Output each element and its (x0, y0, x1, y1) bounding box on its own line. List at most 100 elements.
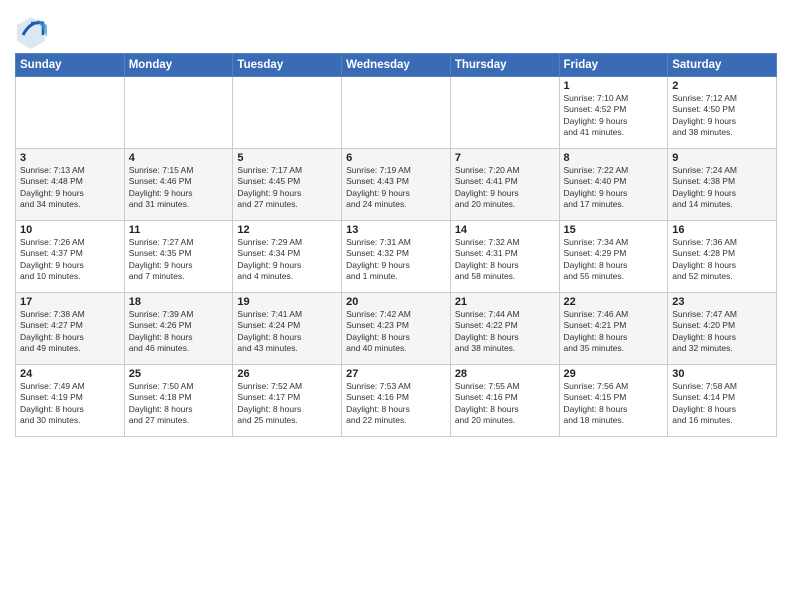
page-container: SundayMondayTuesdayWednesdayThursdayFrid… (0, 0, 792, 442)
day-number: 10 (20, 224, 120, 236)
week-row-4: 24Sunrise: 7:49 AM Sunset: 4:19 PM Dayli… (16, 365, 777, 437)
day-number: 20 (346, 296, 446, 308)
day-number: 13 (346, 224, 446, 236)
day-cell: 27Sunrise: 7:53 AM Sunset: 4:16 PM Dayli… (342, 365, 451, 437)
day-cell: 6Sunrise: 7:19 AM Sunset: 4:43 PM Daylig… (342, 149, 451, 221)
week-row-3: 17Sunrise: 7:38 AM Sunset: 4:27 PM Dayli… (16, 293, 777, 365)
day-cell: 13Sunrise: 7:31 AM Sunset: 4:32 PM Dayli… (342, 221, 451, 293)
day-cell: 21Sunrise: 7:44 AM Sunset: 4:22 PM Dayli… (450, 293, 559, 365)
day-number: 27 (346, 368, 446, 380)
day-cell: 8Sunrise: 7:22 AM Sunset: 4:40 PM Daylig… (559, 149, 668, 221)
week-row-2: 10Sunrise: 7:26 AM Sunset: 4:37 PM Dayli… (16, 221, 777, 293)
day-cell (233, 77, 342, 149)
day-cell: 30Sunrise: 7:58 AM Sunset: 4:14 PM Dayli… (668, 365, 777, 437)
day-cell: 22Sunrise: 7:46 AM Sunset: 4:21 PM Dayli… (559, 293, 668, 365)
day-info: Sunrise: 7:41 AM Sunset: 4:24 PM Dayligh… (237, 309, 337, 355)
day-info: Sunrise: 7:22 AM Sunset: 4:40 PM Dayligh… (564, 165, 664, 211)
day-info: Sunrise: 7:42 AM Sunset: 4:23 PM Dayligh… (346, 309, 446, 355)
header-cell-monday: Monday (124, 54, 233, 77)
day-number: 15 (564, 224, 664, 236)
day-number: 21 (455, 296, 555, 308)
header (15, 10, 777, 45)
day-number: 8 (564, 152, 664, 164)
day-cell: 3Sunrise: 7:13 AM Sunset: 4:48 PM Daylig… (16, 149, 125, 221)
day-cell: 1Sunrise: 7:10 AM Sunset: 4:52 PM Daylig… (559, 77, 668, 149)
day-cell: 11Sunrise: 7:27 AM Sunset: 4:35 PM Dayli… (124, 221, 233, 293)
day-cell: 14Sunrise: 7:32 AM Sunset: 4:31 PM Dayli… (450, 221, 559, 293)
day-number: 28 (455, 368, 555, 380)
day-cell: 4Sunrise: 7:15 AM Sunset: 4:46 PM Daylig… (124, 149, 233, 221)
day-number: 11 (129, 224, 229, 236)
day-number: 23 (672, 296, 772, 308)
day-number: 25 (129, 368, 229, 380)
day-cell: 7Sunrise: 7:20 AM Sunset: 4:41 PM Daylig… (450, 149, 559, 221)
day-info: Sunrise: 7:39 AM Sunset: 4:26 PM Dayligh… (129, 309, 229, 355)
day-info: Sunrise: 7:44 AM Sunset: 4:22 PM Dayligh… (455, 309, 555, 355)
day-info: Sunrise: 7:19 AM Sunset: 4:43 PM Dayligh… (346, 165, 446, 211)
day-cell (124, 77, 233, 149)
day-info: Sunrise: 7:15 AM Sunset: 4:46 PM Dayligh… (129, 165, 229, 211)
day-info: Sunrise: 7:49 AM Sunset: 4:19 PM Dayligh… (20, 381, 120, 427)
day-cell: 9Sunrise: 7:24 AM Sunset: 4:38 PM Daylig… (668, 149, 777, 221)
week-row-1: 3Sunrise: 7:13 AM Sunset: 4:48 PM Daylig… (16, 149, 777, 221)
header-row: SundayMondayTuesdayWednesdayThursdayFrid… (16, 54, 777, 77)
logo-icon (15, 15, 45, 45)
day-number: 24 (20, 368, 120, 380)
day-info: Sunrise: 7:29 AM Sunset: 4:34 PM Dayligh… (237, 237, 337, 283)
day-cell: 10Sunrise: 7:26 AM Sunset: 4:37 PM Dayli… (16, 221, 125, 293)
day-number: 17 (20, 296, 120, 308)
day-info: Sunrise: 7:13 AM Sunset: 4:48 PM Dayligh… (20, 165, 120, 211)
day-cell: 19Sunrise: 7:41 AM Sunset: 4:24 PM Dayli… (233, 293, 342, 365)
day-info: Sunrise: 7:24 AM Sunset: 4:38 PM Dayligh… (672, 165, 772, 211)
header-cell-wednesday: Wednesday (342, 54, 451, 77)
day-info: Sunrise: 7:55 AM Sunset: 4:16 PM Dayligh… (455, 381, 555, 427)
day-number: 12 (237, 224, 337, 236)
day-info: Sunrise: 7:20 AM Sunset: 4:41 PM Dayligh… (455, 165, 555, 211)
day-number: 30 (672, 368, 772, 380)
day-number: 5 (237, 152, 337, 164)
day-number: 6 (346, 152, 446, 164)
day-cell: 12Sunrise: 7:29 AM Sunset: 4:34 PM Dayli… (233, 221, 342, 293)
day-number: 2 (672, 80, 772, 92)
day-info: Sunrise: 7:56 AM Sunset: 4:15 PM Dayligh… (564, 381, 664, 427)
day-cell: 26Sunrise: 7:52 AM Sunset: 4:17 PM Dayli… (233, 365, 342, 437)
day-cell: 29Sunrise: 7:56 AM Sunset: 4:15 PM Dayli… (559, 365, 668, 437)
day-number: 7 (455, 152, 555, 164)
day-info: Sunrise: 7:58 AM Sunset: 4:14 PM Dayligh… (672, 381, 772, 427)
day-cell: 17Sunrise: 7:38 AM Sunset: 4:27 PM Dayli… (16, 293, 125, 365)
header-cell-friday: Friday (559, 54, 668, 77)
header-cell-saturday: Saturday (668, 54, 777, 77)
day-cell (16, 77, 125, 149)
day-info: Sunrise: 7:50 AM Sunset: 4:18 PM Dayligh… (129, 381, 229, 427)
day-info: Sunrise: 7:31 AM Sunset: 4:32 PM Dayligh… (346, 237, 446, 283)
day-info: Sunrise: 7:46 AM Sunset: 4:21 PM Dayligh… (564, 309, 664, 355)
day-cell: 5Sunrise: 7:17 AM Sunset: 4:45 PM Daylig… (233, 149, 342, 221)
day-number: 1 (564, 80, 664, 92)
day-info: Sunrise: 7:26 AM Sunset: 4:37 PM Dayligh… (20, 237, 120, 283)
day-number: 4 (129, 152, 229, 164)
day-info: Sunrise: 7:53 AM Sunset: 4:16 PM Dayligh… (346, 381, 446, 427)
day-cell: 2Sunrise: 7:12 AM Sunset: 4:50 PM Daylig… (668, 77, 777, 149)
day-info: Sunrise: 7:47 AM Sunset: 4:20 PM Dayligh… (672, 309, 772, 355)
logo (15, 15, 47, 45)
day-cell: 24Sunrise: 7:49 AM Sunset: 4:19 PM Dayli… (16, 365, 125, 437)
header-cell-thursday: Thursday (450, 54, 559, 77)
day-cell (450, 77, 559, 149)
day-cell: 15Sunrise: 7:34 AM Sunset: 4:29 PM Dayli… (559, 221, 668, 293)
calendar-table: SundayMondayTuesdayWednesdayThursdayFrid… (15, 53, 777, 437)
day-info: Sunrise: 7:32 AM Sunset: 4:31 PM Dayligh… (455, 237, 555, 283)
day-cell: 18Sunrise: 7:39 AM Sunset: 4:26 PM Dayli… (124, 293, 233, 365)
day-number: 26 (237, 368, 337, 380)
day-info: Sunrise: 7:52 AM Sunset: 4:17 PM Dayligh… (237, 381, 337, 427)
day-number: 22 (564, 296, 664, 308)
day-info: Sunrise: 7:12 AM Sunset: 4:50 PM Dayligh… (672, 93, 772, 139)
day-number: 9 (672, 152, 772, 164)
day-number: 18 (129, 296, 229, 308)
day-cell: 20Sunrise: 7:42 AM Sunset: 4:23 PM Dayli… (342, 293, 451, 365)
header-cell-tuesday: Tuesday (233, 54, 342, 77)
day-number: 16 (672, 224, 772, 236)
week-row-0: 1Sunrise: 7:10 AM Sunset: 4:52 PM Daylig… (16, 77, 777, 149)
header-cell-sunday: Sunday (16, 54, 125, 77)
day-cell: 28Sunrise: 7:55 AM Sunset: 4:16 PM Dayli… (450, 365, 559, 437)
day-cell: 25Sunrise: 7:50 AM Sunset: 4:18 PM Dayli… (124, 365, 233, 437)
